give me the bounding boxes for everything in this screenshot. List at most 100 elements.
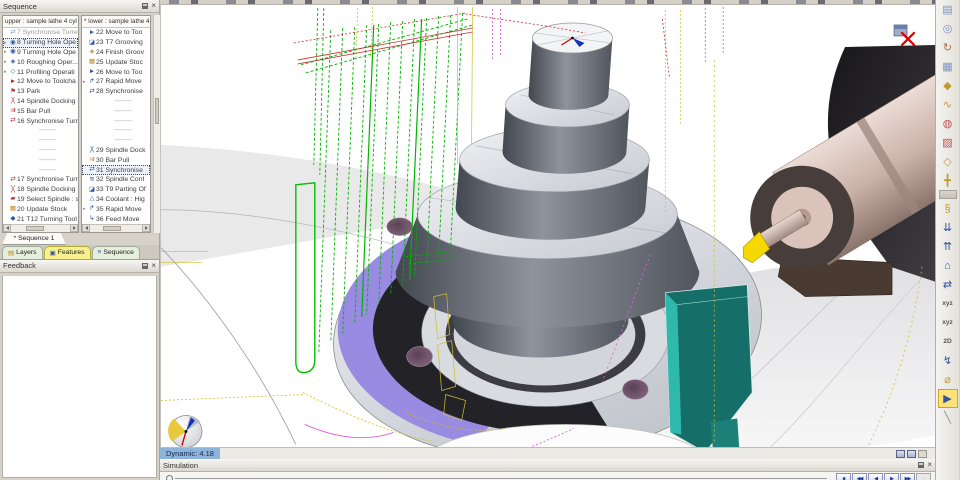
sequence-item[interactable]: ▸ ◉ 8 Turning Hole Ope <box>3 37 78 48</box>
scroll-left-icon[interactable] <box>82 224 90 233</box>
upper-horizontal-scrollbar[interactable] <box>3 223 78 233</box>
scroll-left-icon[interactable] <box>3 224 11 233</box>
scroll-right-icon[interactable] <box>70 224 78 233</box>
sequence-item[interactable]: ▸ ◉ 9 Turning Hole Ope <box>3 48 78 58</box>
pin-icon[interactable] <box>142 262 149 269</box>
close-icon[interactable]: × <box>927 461 932 469</box>
park-spindle-icon[interactable]: ⌂ <box>938 256 958 275</box>
sequence-item[interactable]: ◪ 33 T9 Parting Of <box>82 185 150 195</box>
dock-tab[interactable]: ≡ Sequence <box>91 245 140 259</box>
sequence-item[interactable]: ⇉ 15 Bar Pull <box>3 106 78 116</box>
dock-window-button[interactable] <box>918 449 927 458</box>
sequence-item[interactable]: ▸ ↱ 35 Rapid Move <box>82 204 150 214</box>
probe-cycle-icon[interactable]: ⌀ <box>938 370 958 389</box>
close-icon[interactable]: × <box>151 2 156 10</box>
skip-to-end-button[interactable]: ▶▶ <box>900 473 915 480</box>
sequence-item[interactable]: ⇄ 7 Synchronise Turre <box>3 28 78 38</box>
sequence-item[interactable]: ⇄ 31 Synchronise <box>82 165 150 175</box>
scroll-right-icon[interactable] <box>142 224 150 233</box>
pickup-spindle-icon[interactable]: ⇊ <box>938 218 958 237</box>
sequence-item[interactable]: ──── <box>3 165 78 175</box>
sequence-item[interactable]: △ 34 Coolant : Hig <box>82 195 150 205</box>
play-button[interactable]: ▶ <box>884 473 899 480</box>
sequence-item[interactable]: ──── <box>3 155 78 165</box>
sync-turrets-icon[interactable]: ⇄ <box>938 275 958 294</box>
scroll-thumb[interactable] <box>25 225 44 231</box>
viewport-3d[interactable] <box>160 5 935 448</box>
sequence-item[interactable]: ──── <box>3 136 78 146</box>
skip-to-start-button[interactable]: ◀◀ <box>852 473 867 480</box>
stock-setup-icon[interactable]: ▤ <box>938 0 958 19</box>
sequence-item[interactable]: ≋ 32 Spindle Conf <box>82 175 150 185</box>
view-2d-icon[interactable]: 2D <box>938 332 958 351</box>
sequence-item[interactable]: ⇄ 28 Synchronise <box>82 87 150 97</box>
rapid-xyz-icon[interactable]: xyz <box>938 313 958 332</box>
pin-icon[interactable] <box>142 3 149 9</box>
sequence-item[interactable]: ⇄ 17 Synchronise Turr <box>3 175 78 185</box>
dock-spindle-icon[interactable]: ⇈ <box>938 237 958 256</box>
sequence-item[interactable]: ──── <box>82 116 150 126</box>
sequence-item[interactable]: ▦ 20 Update Stock <box>3 204 78 214</box>
spindle-config-icon: ≋ <box>89 175 95 183</box>
viewport-status-bar: Dynamic: 4.18 <box>160 447 935 460</box>
sequence-item[interactable]: ──── <box>82 136 150 146</box>
sequence-item[interactable]: ▰ 19 Select Spindle : s <box>3 195 79 205</box>
sequence-item[interactable]: ▦ 25 Update Stoc <box>82 57 150 67</box>
sequence-item[interactable]: ╳ 18 Spindle Docking <box>3 185 78 195</box>
sequence-item[interactable]: ◪ 23 T7 Grooving <box>82 38 150 48</box>
step-back-button[interactable]: ◀ <box>868 473 883 480</box>
sequence-item[interactable]: ▸ ◇ 11 Profiling Operati <box>3 67 78 77</box>
sequence-item[interactable]: ⇄ 16 Synchronise Turr <box>3 116 78 126</box>
scroll-thumb[interactable] <box>155 97 159 124</box>
finish-cycle-icon[interactable]: ◇ <box>938 152 958 171</box>
dock-tab[interactable]: ▤ Layers <box>2 245 43 259</box>
sequence-sheet-tab[interactable]: * Sequence 1 <box>2 232 66 245</box>
sequence-item[interactable]: ↳ 36 Feed Move <box>82 214 150 224</box>
pin-icon[interactable] <box>918 462 925 469</box>
toolbar-icon[interactable] <box>938 190 957 199</box>
toolpath-edit-icon[interactable]: ↯ <box>938 351 958 370</box>
tap-cycle-icon[interactable]: § <box>938 199 958 218</box>
sequence-item[interactable]: ► 12 Move to Toolcha <box>3 77 78 87</box>
sequence-item[interactable]: ⇉ 30 Bar Pull <box>82 155 150 165</box>
sequence-item[interactable]: ──── <box>3 126 78 136</box>
sequence-item[interactable]: ⚑ 13 Park <box>3 87 78 97</box>
sequence-item[interactable]: ◈ 24 Finish Groov <box>82 48 150 58</box>
simulation-slider-handle[interactable] <box>166 475 173 480</box>
sequence-item[interactable]: ──── <box>82 97 150 107</box>
detach-button[interactable]: ▫ <box>916 473 931 480</box>
sequence-item[interactable]: ──── <box>82 126 150 136</box>
sequence-item[interactable]: ► 26 Move to Too <box>82 67 150 77</box>
sequence-item[interactable]: ▸ ↱ 27 Rapid Move <box>82 77 150 87</box>
lower-horizontal-scrollbar[interactable] <box>82 223 150 233</box>
move-xyz-icon[interactable]: xyz <box>938 294 958 313</box>
sequence-item[interactable]: ╳ 29 Spindle Dock <box>82 146 150 156</box>
thread-mill-icon[interactable]: ∿ <box>938 95 958 114</box>
sequence-item-label: 21 T12 Turning Tool <box>17 215 77 223</box>
sequence-item[interactable]: ──── <box>82 106 150 116</box>
chamfer-cycle-icon[interactable]: ◆ <box>938 76 958 95</box>
layer-mill-icon[interactable]: ▦ <box>938 57 958 76</box>
stop-button[interactable]: ■ <box>836 473 851 480</box>
groove-cycle-icon[interactable]: ▨ <box>938 133 958 152</box>
sequence-item[interactable]: ► 22 Move to Too <box>82 28 150 38</box>
drill-cycle-icon[interactable]: ╋ <box>938 171 958 190</box>
sequence-item[interactable]: ▸ ◈ 10 Roughing Oper... <box>3 57 78 67</box>
sequence-item[interactable]: ◆ 21 T12 Turning Tool <box>3 214 78 224</box>
rotary-cycle-icon[interactable]: ◎ <box>938 19 958 38</box>
simulation-slider-track[interactable] <box>175 478 827 480</box>
simulate-icon[interactable]: ▶ <box>937 389 958 408</box>
scroll-thumb[interactable] <box>103 225 121 231</box>
face-groove-icon[interactable]: ◍ <box>938 114 958 133</box>
dock-tab[interactable]: ▣ Features <box>43 245 91 259</box>
sequence-item[interactable]: ╳ 14 Spindle Docking <box>3 97 78 107</box>
viewport-3d-scene[interactable] <box>161 5 935 448</box>
dock-window-button[interactable] <box>907 449 916 458</box>
pointer-icon[interactable]: ╲ <box>938 408 958 427</box>
sequence-item[interactable]: ──── <box>3 146 78 156</box>
lower-vertical-scrollbar[interactable] <box>153 15 160 233</box>
spin-cycle-icon[interactable]: ↻ <box>938 38 958 57</box>
sequence-item-label: 36 Feed Move <box>96 215 140 223</box>
close-icon[interactable]: × <box>151 261 156 269</box>
dock-window-button[interactable] <box>896 449 905 458</box>
